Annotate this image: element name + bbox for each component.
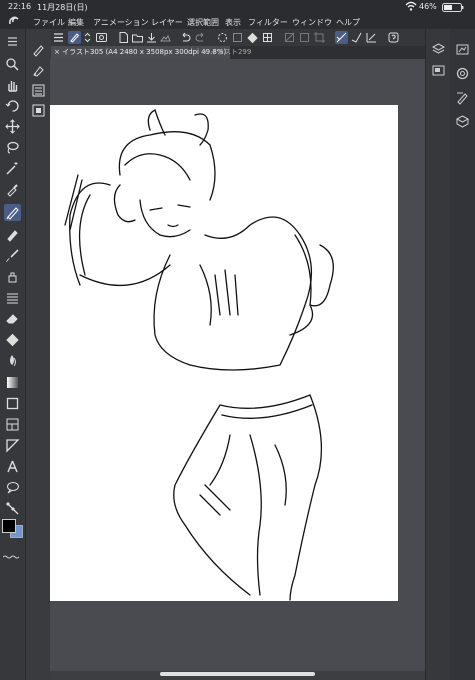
blend-icon[interactable] (4, 331, 21, 348)
foreground-color-swatch[interactable] (2, 519, 16, 533)
status-bar: 22:16 11月28日(日) 46% (0, 0, 475, 14)
tab-illust-299[interactable]: × イラスト299 (198, 46, 255, 59)
menu-filter[interactable]: フィルター (248, 17, 288, 28)
status-date: 11月28日(日) (37, 3, 88, 12)
stepper-icon[interactable] (81, 31, 94, 44)
color-wheel-icon[interactable] (454, 65, 471, 82)
pen-subtool-icon[interactable] (30, 42, 47, 59)
app-logo-icon[interactable] (8, 15, 20, 27)
crop-icon[interactable] (313, 31, 326, 44)
hamburger-menu-icon[interactable] (52, 31, 65, 44)
undo-icon[interactable] (179, 31, 192, 44)
panel-dock (425, 29, 451, 680)
tool-menu-icon[interactable] (4, 33, 21, 50)
layer-panel-icon[interactable] (430, 41, 447, 58)
menu-animation[interactable]: アニメーション (93, 17, 149, 28)
tab-close-icon[interactable]: × (202, 48, 208, 56)
redo-icon[interactable] (194, 31, 207, 44)
transparent-color-icon[interactable] (2, 544, 21, 559)
open-folder-icon[interactable] (131, 31, 144, 44)
brush-icon[interactable] (4, 247, 21, 264)
layer-property-icon[interactable] (30, 102, 47, 119)
eraser-icon[interactable] (4, 310, 21, 327)
brush-size-quick-icon[interactable] (95, 31, 108, 44)
eyedropper-icon[interactable] (4, 181, 21, 198)
menu-window[interactable]: ウィンドウ (292, 17, 332, 28)
command-bar (50, 29, 425, 46)
tool-property-icon[interactable] (454, 89, 471, 106)
menu-help[interactable]: ヘルプ (336, 17, 360, 28)
correction-icon[interactable] (4, 500, 21, 517)
battery-percent: 46% (419, 2, 437, 11)
navigator-icon[interactable] (430, 62, 447, 79)
battery-icon (442, 3, 464, 14)
pencil-icon[interactable] (4, 226, 21, 243)
subtool-palette (25, 29, 51, 680)
move-icon[interactable] (4, 118, 21, 135)
menu-bar: ファイル 編集 アニメーション レイヤー 選択範囲 表示 フィルター ウィンドウ… (0, 14, 475, 29)
deselect-icon[interactable] (283, 31, 296, 44)
menu-layer[interactable]: レイヤー (151, 17, 183, 28)
panel-dock-secondary (450, 29, 475, 680)
zoom-icon[interactable] (4, 56, 21, 73)
menu-edit[interactable]: 編集 (68, 17, 84, 28)
save-icon[interactable] (145, 31, 158, 44)
text-icon[interactable] (4, 458, 21, 475)
menu-selection[interactable]: 選択範囲 (187, 17, 219, 28)
airbrush-icon[interactable] (4, 268, 21, 285)
balloon-icon[interactable] (4, 479, 21, 496)
home-indicator[interactable] (160, 672, 315, 676)
figure-icon[interactable] (4, 395, 21, 412)
sketch-drawing (64, 109, 334, 601)
menu-file[interactable]: ファイル (33, 17, 65, 28)
lasso-icon[interactable] (4, 139, 21, 156)
snap-special-ruler-icon[interactable] (350, 31, 363, 44)
status-time: 22:16 (8, 2, 32, 11)
tool-palette (0, 29, 25, 680)
fill-quick-icon[interactable] (246, 31, 259, 44)
invert-selection-icon[interactable] (298, 31, 311, 44)
document-tabs: × イラスト305 (A4 2480 x 3508px 300dpi 49.8%… (50, 46, 425, 59)
help-icon[interactable] (387, 31, 400, 44)
wifi-icon (405, 1, 417, 13)
snap-ruler-icon[interactable] (335, 31, 348, 44)
cut-icon[interactable] (231, 31, 244, 44)
pen-icon[interactable] (4, 204, 21, 221)
material-icon[interactable] (30, 82, 47, 99)
new-file-icon[interactable] (117, 31, 130, 44)
tab-close-icon[interactable]: × (54, 48, 60, 56)
clear-layer-icon[interactable] (216, 31, 229, 44)
export-icon[interactable] (159, 31, 172, 44)
snap-grid-icon[interactable] (365, 31, 378, 44)
material-panel-icon[interactable] (454, 113, 471, 130)
pen-outline-icon[interactable] (30, 62, 47, 79)
sub-view-icon[interactable] (454, 41, 471, 58)
pen-quick-icon[interactable] (68, 31, 81, 44)
transform-icon[interactable] (261, 31, 274, 44)
gradient-icon[interactable] (4, 374, 21, 391)
menu-view[interactable]: 表示 (225, 17, 241, 28)
hand-icon[interactable] (4, 77, 21, 94)
magic-wand-icon[interactable] (4, 160, 21, 177)
fill-icon[interactable] (4, 352, 21, 369)
drawing-canvas[interactable] (50, 105, 398, 601)
frame-icon[interactable] (4, 416, 21, 433)
ruler-icon[interactable] (4, 437, 21, 454)
tab-label: イラスト299 (210, 48, 252, 56)
rotate-icon[interactable] (4, 97, 21, 114)
decoration-icon[interactable] (4, 289, 21, 306)
